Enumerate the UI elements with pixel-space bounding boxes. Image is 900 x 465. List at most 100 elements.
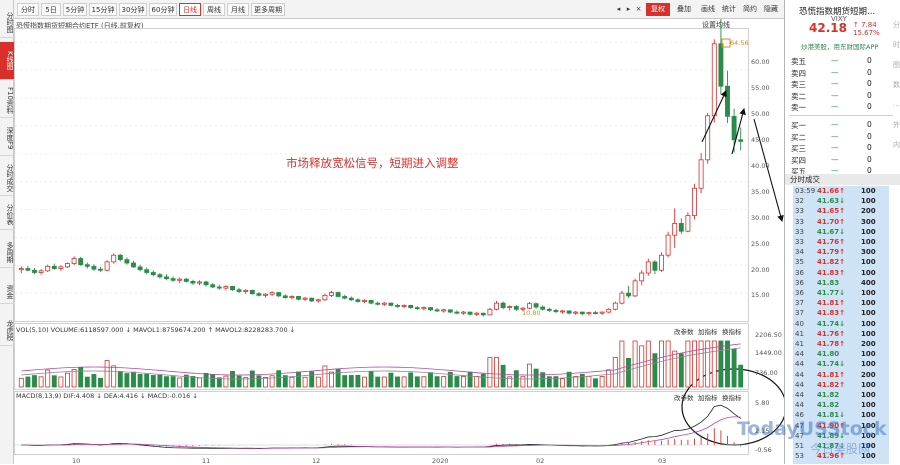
adjust-button[interactable]: 复权 [646,3,670,16]
period-button-daily[interactable]: 日线 [179,3,201,16]
tick-row: 37 41.81↑ 100 [795,298,889,308]
candle-body [276,292,282,297]
watermark: TodayUSStock [737,418,887,440]
volume-bar [494,356,499,388]
volume-bar [329,371,334,388]
tick-time: 03:59 [795,187,816,195]
tick-price: 41.81↑ [817,370,846,379]
period-button[interactable]: 60分钟 [149,3,177,16]
tick-price: 41.81↑ [817,299,846,308]
side-tab-price-table[interactable]: 分价表 [0,200,14,230]
candle-body [447,309,453,313]
tick-row: 32 41.63↓ 100 [795,196,889,206]
hide-button[interactable]: 隐藏 [761,3,781,16]
candle-body [593,312,598,315]
candle-body [480,312,486,316]
candle-body [58,266,64,269]
candle-body [461,311,466,314]
volume-bar [678,353,684,388]
volume-bar [177,377,183,388]
macd-axis-label: -0.56 [755,446,772,454]
volume-bar [78,367,84,388]
candle-body [38,270,44,273]
macd-add-indicator[interactable]: 加指标 [698,392,718,402]
order-book-price: — [831,143,839,153]
volume-bars [18,340,744,388]
vol-axis-label: 736.00 [755,369,778,377]
candle-body [665,234,671,256]
overlay-button[interactable]: 叠加 [672,3,696,16]
candle-body [659,254,664,271]
period-button[interactable]: 30分钟 [119,3,147,16]
promo-link[interactable]: 炒港美股，用东财国际APP [801,41,878,51]
more-periods-button[interactable]: 更多周期 [251,3,285,16]
macd-switch-indicator[interactable]: 换指标 [722,392,742,402]
side-tab-kline[interactable]: K线图 [0,42,14,80]
candle-body [441,309,447,312]
candle-body [560,310,565,313]
period-button[interactable]: 5分钟 [63,3,87,16]
side-tab-f10[interactable]: F10资料 [0,84,14,118]
period-button[interactable]: 5日 [41,3,61,16]
volume-bar [599,376,605,388]
volume-bar [362,376,367,388]
side-tab-funds[interactable]: 资金 [0,280,14,304]
candle-body [177,278,183,281]
draw-button[interactable]: 画线 [698,3,718,16]
candle-body [124,259,130,264]
tick-time: 33 [795,207,804,216]
candle-body [91,265,97,270]
candle-body [546,308,552,311]
side-tab-trades[interactable]: 分时成交 [0,160,14,196]
tick-time: 32 [795,197,804,206]
tick-time: 53 [795,452,804,461]
period-button[interactable]: 15分钟 [89,3,117,16]
period-button[interactable]: 月线 [227,3,249,16]
tick-row: 36 41.77↓ 100 [795,288,889,298]
tick-row: 44 41.80 100 [795,349,889,359]
volume-bar [38,376,44,388]
tick-price: 41.74↓ [817,319,846,328]
tick-price: 41.76↑ [817,329,846,338]
volume-bar [210,374,216,388]
close-icon[interactable]: × [634,3,643,16]
volume-bar [474,375,480,388]
period-button[interactable]: 周线 [203,3,225,16]
vol-add-indicator[interactable]: 加指标 [698,326,718,336]
tick-time: 36 [795,268,804,277]
scroll-right-icon[interactable]: ▸ [624,3,633,16]
tick-time: 44 [795,370,804,379]
side-tab-multi-period[interactable]: 多周期 [0,238,14,268]
tick-row: 03:59 41.66↑ 100 [795,186,889,196]
candle-body [150,272,156,276]
volume-bar [131,371,136,388]
order-book-label: 卖一 [791,103,806,113]
side-tab-dragon-tiger[interactable]: 龙虎榜 [0,316,14,346]
y-axis-label: 55.00 [751,84,770,92]
candle-body [678,223,684,232]
volume-bar [731,348,737,388]
candle-body [342,296,348,299]
volume-bar [414,376,420,388]
tick-time: 33 [795,227,804,236]
y-axis-label: 60.00 [751,58,770,66]
order-book-price: — [831,131,839,141]
simple-button[interactable]: 简约 [740,3,760,16]
side-tab-depth[interactable]: 深度F9 [0,122,14,156]
vol-change-params[interactable]: 改参数 [674,326,694,336]
volume-bar [216,377,222,388]
candle-body [157,274,163,278]
side-tab-timeline[interactable]: 分时图 [0,8,14,38]
scroll-left-icon[interactable]: ◂ [614,3,623,16]
tick-price: 41.83↑ [817,268,846,277]
macd-change-params[interactable]: 改参数 [674,392,694,402]
vol-switch-indicator[interactable]: 换指标 [722,326,742,336]
volume-bar [738,364,744,388]
candle-body [401,304,407,307]
candle-body [527,303,532,309]
candle-body [216,286,222,289]
stats-button[interactable]: 统计 [719,3,739,16]
tick-row: 33 41.67↓ 100 [795,227,889,237]
period-button[interactable]: 分时 [17,3,39,16]
volume-bar [388,372,394,388]
